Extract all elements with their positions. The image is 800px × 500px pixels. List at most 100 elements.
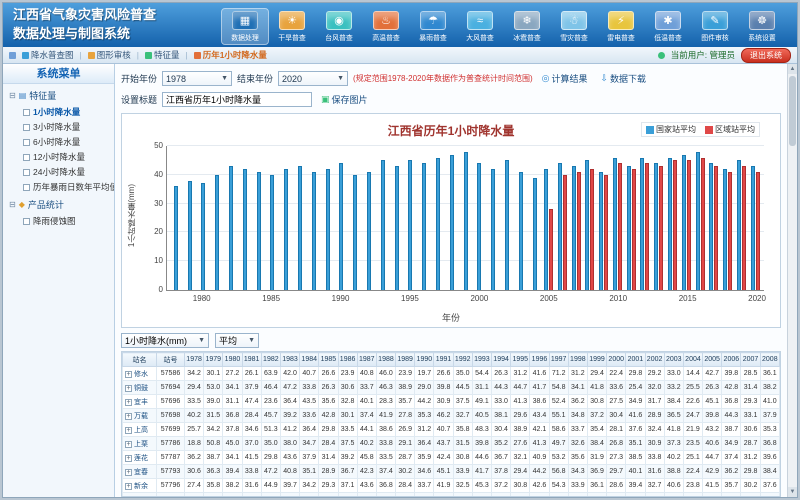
- expand-icon[interactable]: +: [125, 483, 132, 490]
- start-year-select[interactable]: 1978 ▼: [162, 71, 232, 86]
- regional-bar-2007[interactable]: [577, 172, 581, 290]
- national-bar-2016[interactable]: [696, 152, 700, 290]
- regional-bar-2009[interactable]: [604, 175, 608, 290]
- expand-icon[interactable]: +: [125, 441, 132, 448]
- sidebar-group[interactable]: ⊟▤特征量: [3, 84, 114, 103]
- calculate-button[interactable]: ◎ 计算结果: [538, 70, 592, 87]
- regional-bar-2019[interactable]: [742, 166, 746, 290]
- metric-select[interactable]: 1小时降水(mm) ▼: [121, 333, 209, 348]
- toolbar-item-rainstorm[interactable]: ☂暴雨普查: [410, 9, 456, 44]
- national-bar-1999[interactable]: [464, 152, 468, 290]
- regional-bar-2015[interactable]: [687, 160, 691, 290]
- national-bar-2012[interactable]: [640, 158, 644, 290]
- sidebar-item[interactable]: 24小时降水量: [3, 163, 114, 178]
- national-bar-1996[interactable]: [422, 163, 426, 290]
- national-bar-1978[interactable]: [174, 186, 178, 290]
- regional-bar-2016[interactable]: [701, 158, 705, 290]
- toolbar-item-wind[interactable]: ≈大风普查: [457, 9, 503, 44]
- expand-icon[interactable]: +: [125, 455, 132, 462]
- toolbar-item-settings[interactable]: ☸系统设置: [739, 9, 785, 44]
- national-bar-2005[interactable]: [544, 169, 548, 290]
- national-bar-2003[interactable]: [519, 172, 523, 290]
- national-bar-1991[interactable]: [353, 175, 357, 290]
- national-bar-2013[interactable]: [654, 163, 658, 290]
- national-bar-1992[interactable]: [367, 172, 371, 290]
- sidebar-item[interactable]: 1小时降水量: [3, 103, 114, 118]
- national-bar-1985[interactable]: [270, 175, 274, 290]
- checkbox-icon[interactable]: [23, 218, 30, 225]
- checkbox-icon[interactable]: [23, 124, 30, 131]
- toolbar-item-typhoon[interactable]: ◉台风普查: [316, 9, 362, 44]
- save-image-button[interactable]: ▣ 保存图片: [317, 91, 372, 108]
- checkbox-icon[interactable]: [23, 139, 30, 146]
- national-bar-1983[interactable]: [243, 169, 247, 290]
- scrollbar-track[interactable]: [788, 74, 797, 487]
- national-bar-2009[interactable]: [599, 172, 603, 290]
- national-bar-1993[interactable]: [381, 160, 385, 290]
- national-bar-2018[interactable]: [723, 169, 727, 290]
- regional-bar-2010[interactable]: [618, 163, 622, 290]
- national-bar-1980[interactable]: [201, 183, 205, 290]
- regional-bar-2018[interactable]: [728, 172, 732, 290]
- regional-bar-2017[interactable]: [714, 166, 718, 290]
- expand-icon[interactable]: +: [125, 469, 132, 476]
- station-name-cell[interactable]: +上高: [123, 423, 157, 437]
- national-bar-1994[interactable]: [395, 166, 399, 290]
- expand-icon[interactable]: +: [125, 385, 132, 392]
- toolbar-item-snow[interactable]: ☃雪灾普查: [551, 9, 597, 44]
- sidebar-item[interactable]: 12小时降水量: [3, 148, 114, 163]
- national-bar-1989[interactable]: [326, 169, 330, 290]
- toolbar-item-lightning[interactable]: ⚡雷电普查: [598, 9, 644, 44]
- regional-bar-2006[interactable]: [563, 175, 567, 290]
- station-name-cell[interactable]: +宜丰: [123, 395, 157, 409]
- toolbar-item-hail[interactable]: ❄冰雹普查: [504, 9, 550, 44]
- station-name-cell[interactable]: +上栗: [123, 437, 157, 451]
- national-bar-1988[interactable]: [312, 172, 316, 290]
- expander-icon[interactable]: ⊟: [9, 91, 16, 100]
- sidebar-group[interactable]: ⊟◆产品统计: [3, 193, 114, 212]
- sidebar-item[interactable]: 6小时降水量: [3, 133, 114, 148]
- download-button[interactable]: ⇩ 数据下载: [597, 70, 651, 87]
- sidebar-item[interactable]: 3小时降水量: [3, 118, 114, 133]
- checkbox-icon[interactable]: [23, 169, 30, 176]
- toolbar-item-frost[interactable]: ✱低温普查: [645, 9, 691, 44]
- aggregation-select[interactable]: 平均 ▼: [215, 333, 259, 348]
- national-bar-2011[interactable]: [627, 166, 631, 290]
- national-bar-1984[interactable]: [257, 172, 261, 290]
- regional-bar-2013[interactable]: [659, 166, 663, 290]
- national-bar-1990[interactable]: [339, 163, 343, 290]
- tab-3[interactable]: 特征量: [145, 49, 180, 61]
- national-bar-1982[interactable]: [229, 166, 233, 290]
- national-bar-2000[interactable]: [477, 163, 481, 290]
- scroll-up-arrow[interactable]: ▲: [788, 64, 797, 74]
- expand-icon[interactable]: +: [125, 413, 132, 420]
- national-bar-1995[interactable]: [408, 160, 412, 290]
- national-bar-2001[interactable]: [491, 169, 495, 290]
- chart-title-input[interactable]: [162, 92, 312, 107]
- scrollbar-thumb[interactable]: [789, 76, 796, 146]
- national-bar-1986[interactable]: [284, 169, 288, 290]
- station-name-cell[interactable]: +宜春: [123, 465, 157, 479]
- national-bar-2017[interactable]: [709, 163, 713, 290]
- regional-bar-2011[interactable]: [632, 169, 636, 290]
- regional-bar-2014[interactable]: [673, 160, 677, 290]
- expand-icon[interactable]: +: [125, 497, 132, 498]
- tab-1[interactable]: 降水普查图: [22, 49, 74, 61]
- expand-icon[interactable]: +: [125, 399, 132, 406]
- regional-bar-2008[interactable]: [590, 169, 594, 290]
- logout-button[interactable]: 退出系统: [741, 48, 791, 63]
- toolbar-item-data-processing[interactable]: ▦数据处理: [222, 9, 268, 44]
- regional-bar-2012[interactable]: [645, 163, 649, 290]
- national-bar-2010[interactable]: [613, 158, 617, 290]
- checkbox-icon[interactable]: [23, 154, 30, 161]
- expander-icon[interactable]: ⊟: [9, 200, 16, 209]
- checkbox-icon[interactable]: [23, 184, 30, 191]
- national-bar-1981[interactable]: [215, 175, 219, 290]
- national-bar-1998[interactable]: [450, 155, 454, 290]
- sidebar-item[interactable]: 历年暴雨日数年平均值: [3, 178, 114, 193]
- national-bar-2014[interactable]: [668, 158, 672, 290]
- tab-2[interactable]: 图形审核: [88, 49, 131, 61]
- regional-bar-2020[interactable]: [756, 172, 760, 290]
- national-bar-2004[interactable]: [533, 178, 537, 290]
- checkbox-icon[interactable]: [23, 109, 30, 116]
